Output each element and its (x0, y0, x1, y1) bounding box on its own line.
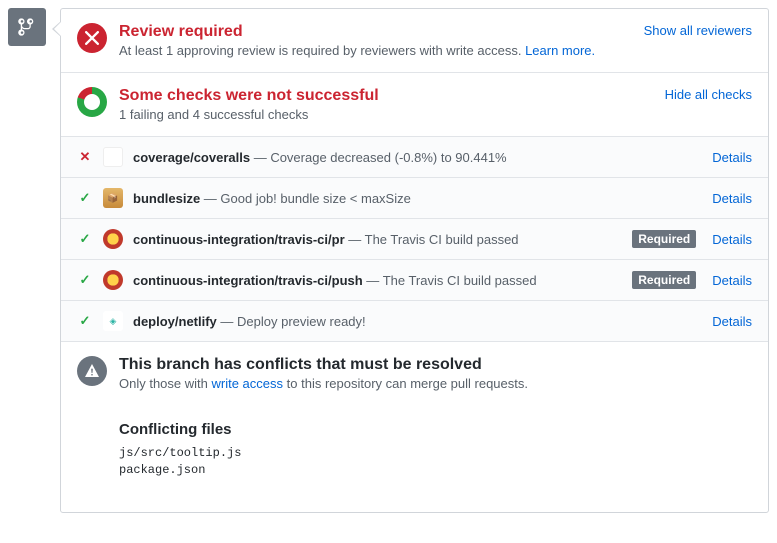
conflicting-file: package.json (119, 463, 736, 477)
conflicts-section: This branch has conflicts that must be r… (61, 342, 768, 512)
review-title: Review required (119, 23, 632, 41)
check-name: deploy/netlify (133, 314, 217, 329)
coveralls-icon (103, 147, 123, 167)
x-icon: ✕ (77, 149, 93, 165)
details-link[interactable]: Details (712, 150, 752, 165)
check-row: ✓ continuous-integration/travis-ci/push —… (61, 260, 768, 301)
check-separator: — (217, 314, 237, 329)
check-text: continuous-integration/travis-ci/push — … (133, 273, 622, 288)
check-desc: The Travis CI build passed (365, 232, 519, 247)
show-all-reviewers-link[interactable]: Show all reviewers (644, 23, 752, 38)
check-separator: — (200, 191, 220, 206)
learn-more-link[interactable]: Learn more. (525, 43, 595, 58)
check-icon: ✓ (77, 272, 93, 288)
alert-icon (77, 356, 107, 386)
details-link[interactable]: Details (712, 273, 752, 288)
check-text: continuous-integration/travis-ci/pr — Th… (133, 232, 622, 247)
conflicts-desc: Only those with write access to this rep… (119, 376, 752, 391)
x-icon (77, 23, 107, 53)
conflicts-title: This branch has conflicts that must be r… (119, 356, 752, 374)
review-desc-text: At least 1 approving review is required … (119, 43, 525, 58)
check-row: ✓ continuous-integration/travis-ci/pr — T… (61, 219, 768, 260)
merge-status-panel: Review required At least 1 approving rev… (60, 8, 769, 513)
check-separator: — (363, 273, 383, 288)
conflicting-files-list: js/src/tooltip.js package.json (119, 446, 736, 477)
review-section: Review required At least 1 approving rev… (61, 9, 768, 73)
checks-section: Some checks were not successful 1 failin… (61, 73, 768, 137)
check-name: continuous-integration/travis-ci/push (133, 273, 363, 288)
required-badge: Required (632, 230, 696, 248)
check-text: bundlesize — Good job! bundle size < max… (133, 191, 702, 206)
branch-icon (8, 8, 46, 46)
conflicts-desc-prefix: Only those with (119, 376, 212, 391)
check-name: bundlesize (133, 191, 200, 206)
travis-icon (103, 270, 123, 290)
bundle-icon: 📦 (103, 188, 123, 208)
netlify-icon: ◈ (103, 311, 123, 331)
check-icon: ✓ (77, 313, 93, 329)
conflicting-file: js/src/tooltip.js (119, 446, 736, 460)
check-desc: Good job! bundle size < maxSize (220, 191, 410, 206)
check-name: continuous-integration/travis-ci/pr (133, 232, 345, 247)
check-row: ✓ ◈ deploy/netlify — Deploy preview ready!… (61, 301, 768, 342)
checks-title: Some checks were not successful (119, 87, 653, 105)
details-link[interactable]: Details (712, 314, 752, 329)
checks-donut-icon (77, 87, 107, 117)
check-icon: ✓ (77, 231, 93, 247)
check-text: deploy/netlify — Deploy preview ready! (133, 314, 702, 329)
checks-list: ✕ coverage/coveralls — Coverage decreased… (61, 137, 768, 342)
check-desc: The Travis CI build passed (383, 273, 537, 288)
required-badge: Required (632, 271, 696, 289)
conflicts-desc-suffix: to this repository can merge pull reques… (283, 376, 528, 391)
details-link[interactable]: Details (712, 191, 752, 206)
hide-all-checks-link[interactable]: Hide all checks (665, 87, 752, 102)
checks-summary: 1 failing and 4 successful checks (119, 107, 653, 122)
write-access-link[interactable]: write access (212, 376, 284, 391)
review-desc: At least 1 approving review is required … (119, 43, 632, 58)
check-separator: — (345, 232, 365, 247)
check-row: ✕ coverage/coveralls — Coverage decreased… (61, 137, 768, 178)
travis-icon (103, 229, 123, 249)
details-link[interactable]: Details (712, 232, 752, 247)
check-row: ✓ 📦 bundlesize — Good job! bundle size < m… (61, 178, 768, 219)
conflicting-files-heading: Conflicting files (119, 421, 736, 438)
check-icon: ✓ (77, 190, 93, 206)
check-separator: — (250, 150, 270, 165)
check-desc: Deploy preview ready! (237, 314, 366, 329)
check-desc: Coverage decreased (-0.8%) to 90.441% (270, 150, 506, 165)
check-name: coverage/coveralls (133, 150, 250, 165)
check-text: coverage/coveralls — Coverage decreased … (133, 150, 702, 165)
